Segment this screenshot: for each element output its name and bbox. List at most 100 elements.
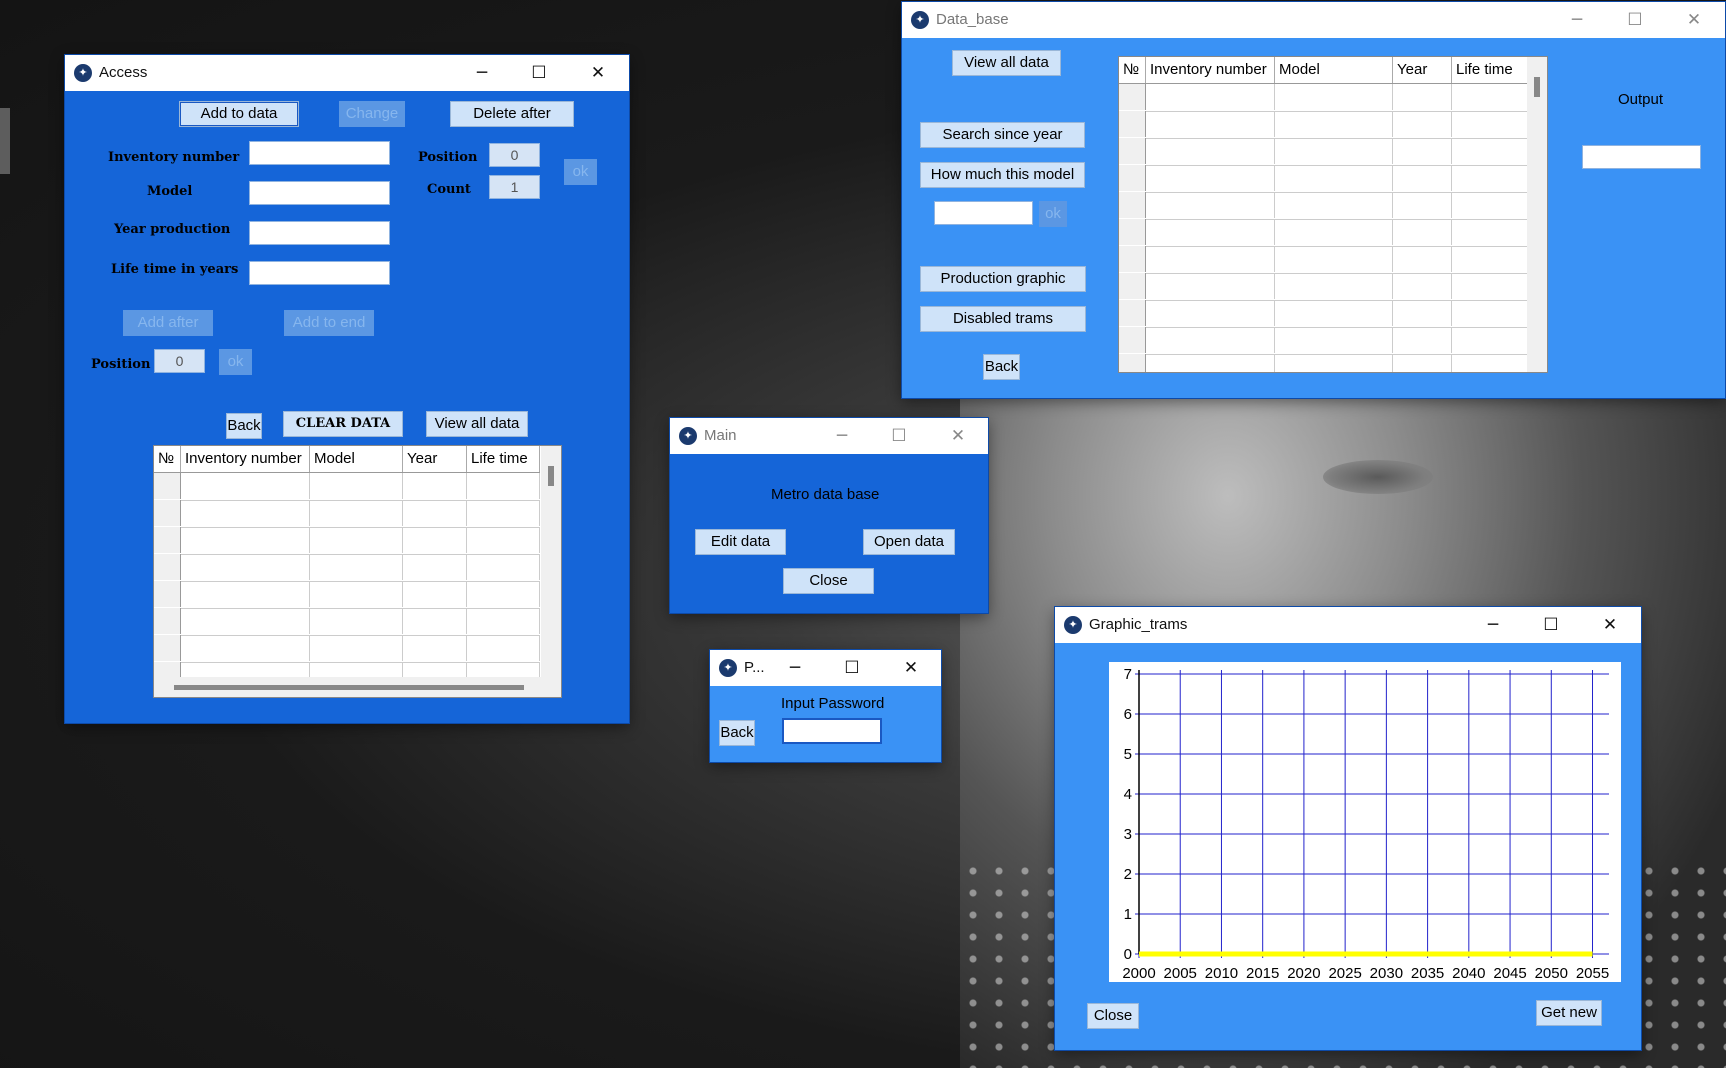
table-row[interactable] (154, 527, 540, 555)
col-model[interactable]: Model (1275, 57, 1393, 83)
search-since-year-button[interactable]: Search since year (920, 122, 1085, 148)
position-field-2[interactable]: 0 (154, 349, 205, 373)
table-cell[interactable] (403, 581, 467, 607)
table-cell[interactable] (1393, 138, 1452, 164)
horizontal-scrollbar[interactable] (154, 677, 561, 697)
row-header-cell[interactable] (1119, 192, 1146, 218)
table-cell[interactable] (181, 527, 310, 553)
year-production-field[interactable] (249, 221, 390, 245)
table-row[interactable] (1119, 219, 1544, 247)
add-after-button[interactable]: Add after (123, 310, 213, 336)
table-cell[interactable] (467, 527, 540, 553)
table-cell[interactable] (1275, 327, 1393, 353)
table-row[interactable] (1119, 246, 1544, 274)
production-graphic-button[interactable]: Production graphic (920, 266, 1086, 292)
table-cell[interactable] (181, 554, 310, 580)
table-cell[interactable] (403, 554, 467, 580)
open-data-button[interactable]: Open data (863, 529, 955, 555)
maximize-icon[interactable]: ☐ (524, 59, 554, 87)
row-header-cell[interactable] (1119, 327, 1146, 353)
count-field[interactable]: 1 (489, 175, 540, 199)
table-row[interactable] (1119, 138, 1544, 166)
table-cell[interactable] (310, 527, 403, 553)
add-to-data-button[interactable]: Add to data (179, 101, 299, 127)
row-header-cell[interactable] (1119, 354, 1146, 372)
how-much-model-button[interactable]: How much this model (920, 162, 1085, 188)
col-number[interactable]: № (1119, 57, 1146, 83)
table-cell[interactable] (1393, 273, 1452, 299)
table-cell[interactable] (181, 500, 310, 526)
maximize-icon[interactable]: ☐ (1620, 6, 1650, 34)
table-cell[interactable] (467, 608, 540, 634)
position-field[interactable]: 0 (489, 143, 540, 167)
view-all-data-button[interactable]: View all data (952, 50, 1061, 76)
position-ok-button[interactable]: ok (564, 159, 597, 185)
table-cell[interactable] (181, 608, 310, 634)
close-button[interactable]: Close (783, 568, 874, 594)
scroll-thumb[interactable] (174, 685, 524, 690)
table-cell[interactable] (1275, 246, 1393, 272)
scroll-thumb[interactable] (1534, 77, 1540, 97)
table-cell[interactable] (1393, 84, 1452, 110)
col-number[interactable]: № (154, 446, 181, 472)
vertical-scrollbar[interactable] (1527, 57, 1547, 372)
table-cell[interactable] (1275, 138, 1393, 164)
table-cell[interactable] (1275, 300, 1393, 326)
table-cell[interactable] (1393, 165, 1452, 191)
view-all-data-button[interactable]: View all data (426, 411, 528, 437)
table-row[interactable] (154, 581, 540, 609)
row-header-cell[interactable] (154, 581, 181, 607)
table-cell[interactable] (310, 581, 403, 607)
table-cell[interactable] (1146, 273, 1275, 299)
table-row[interactable] (154, 500, 540, 528)
table-cell[interactable] (1393, 219, 1452, 245)
table-cell[interactable] (1275, 111, 1393, 137)
life-time-field[interactable] (249, 261, 390, 285)
col-inventory-number[interactable]: Inventory number (181, 446, 310, 472)
col-year[interactable]: Year (403, 446, 467, 472)
table-cell[interactable] (1146, 246, 1275, 272)
add-to-end-button[interactable]: Add to end (284, 310, 374, 336)
maximize-icon[interactable]: ☐ (884, 422, 914, 450)
table-cell[interactable] (310, 608, 403, 634)
table-cell[interactable] (310, 500, 403, 526)
table-cell[interactable] (1275, 165, 1393, 191)
table-cell[interactable] (1275, 354, 1393, 372)
table-cell[interactable] (1146, 84, 1275, 110)
table-cell[interactable] (467, 473, 540, 499)
row-header-cell[interactable] (154, 635, 181, 661)
table-cell[interactable] (1393, 354, 1452, 372)
back-button[interactable]: Back (719, 720, 755, 746)
table-cell[interactable] (1146, 165, 1275, 191)
close-icon[interactable]: ✕ (1595, 611, 1625, 639)
table-cell[interactable] (403, 635, 467, 661)
disabled-trams-button[interactable]: Disabled trams (920, 306, 1086, 332)
table-row[interactable] (1119, 354, 1544, 372)
back-button[interactable]: Back (226, 413, 262, 439)
row-header-cell[interactable] (154, 527, 181, 553)
table-cell[interactable] (1275, 219, 1393, 245)
change-button[interactable]: Change (339, 101, 405, 127)
scroll-thumb[interactable] (548, 466, 554, 486)
back-button[interactable]: Back (983, 354, 1020, 380)
table-cell[interactable] (467, 554, 540, 580)
row-header-cell[interactable] (1119, 246, 1146, 272)
minimize-icon[interactable]: ─ (780, 654, 810, 682)
close-icon[interactable]: ✕ (896, 654, 926, 682)
table-cell[interactable] (1393, 111, 1452, 137)
table-cell[interactable] (1146, 192, 1275, 218)
vertical-scrollbar[interactable] (541, 446, 561, 677)
maximize-icon[interactable]: ☐ (1536, 611, 1566, 639)
minimize-icon[interactable]: ─ (827, 422, 857, 450)
edit-data-button[interactable]: Edit data (695, 529, 786, 555)
position-ok-button-2[interactable]: ok (219, 349, 252, 375)
col-year[interactable]: Year (1393, 57, 1452, 83)
minimize-icon[interactable]: ─ (467, 59, 497, 87)
table-cell[interactable] (1146, 111, 1275, 137)
row-header-cell[interactable] (1119, 273, 1146, 299)
close-icon[interactable]: ✕ (583, 59, 613, 87)
table-cell[interactable] (403, 608, 467, 634)
query-ok-button[interactable]: ok (1039, 201, 1067, 227)
table-cell[interactable] (1275, 273, 1393, 299)
table-cell[interactable] (467, 500, 540, 526)
